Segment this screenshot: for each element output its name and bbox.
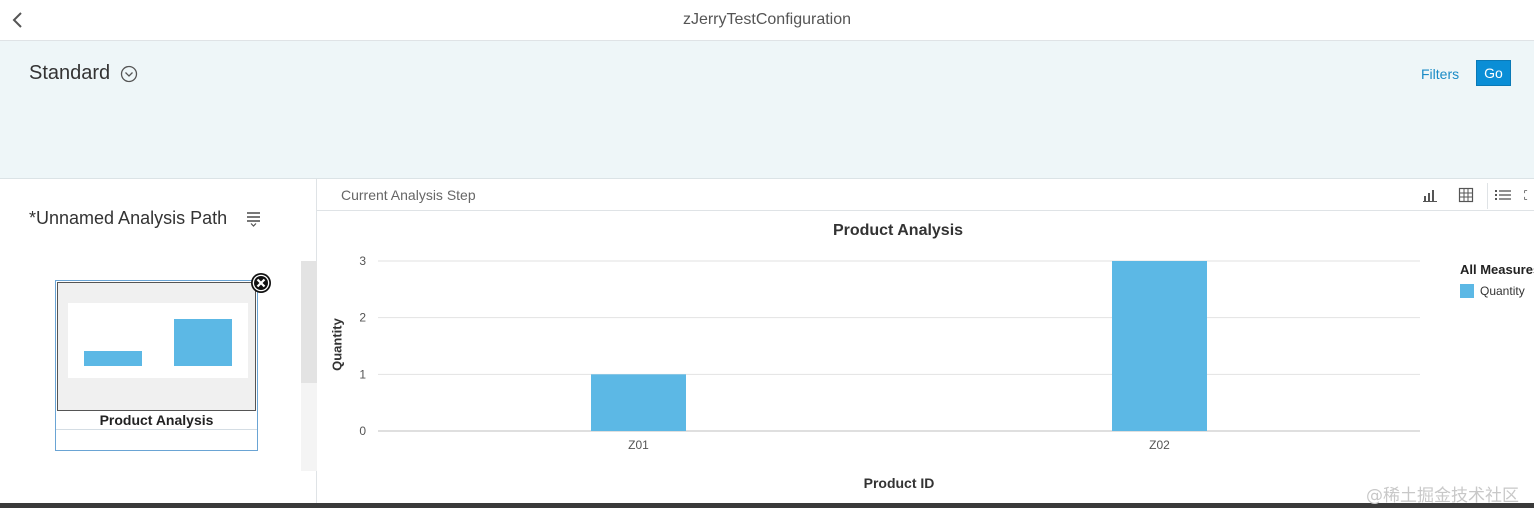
- filters-link[interactable]: Filters: [1421, 66, 1459, 82]
- bar-chart-icon[interactable]: [1420, 185, 1440, 205]
- bottom-border: [0, 503, 1534, 508]
- legend-title: All Measures: [1460, 262, 1534, 277]
- step-label: Product Analysis: [56, 412, 257, 430]
- menu-icon[interactable]: [245, 209, 263, 227]
- x-axis-label: Product ID: [863, 475, 935, 491]
- y-axis-label: Quantity: [329, 318, 345, 371]
- step-header: Current Analysis Step: [317, 179, 1534, 211]
- step-header-title: Current Analysis Step: [341, 187, 476, 203]
- chart-title: Product Analysis: [832, 222, 964, 239]
- toolbar-divider: [1487, 183, 1488, 209]
- filter-bar: Standard Filters Go: [0, 41, 1534, 179]
- watermark: @稀土掘金技术社区: [1366, 486, 1519, 506]
- shell-header: zJerryTestConfiguration: [0, 0, 1534, 41]
- bar-Z01[interactable]: [591, 374, 686, 431]
- legend-label: Quantity: [1480, 284, 1525, 298]
- close-circle-icon[interactable]: [250, 272, 272, 294]
- analysis-step-card[interactable]: Product Analysis: [55, 280, 258, 451]
- analysis-path-pane: *Unnamed Analysis Path Product Analysis: [0, 179, 317, 508]
- thumbnail-bar: [84, 351, 142, 366]
- legend-item[interactable]: Quantity: [1460, 284, 1525, 298]
- app-title: zJerryTestConfiguration: [682, 11, 852, 28]
- thumbnail-chart: [68, 303, 248, 378]
- step-thumbnail: [57, 282, 256, 411]
- go-button[interactable]: Go: [1476, 60, 1511, 86]
- chevron-down-circle-icon[interactable]: [120, 65, 138, 83]
- bar-Z02[interactable]: [1112, 261, 1207, 431]
- variant-name: Standard: [29, 62, 111, 84]
- list-icon[interactable]: [1493, 185, 1513, 205]
- analysis-path-title: *Unnamed Analysis Path: [29, 208, 228, 228]
- thumbnail-bar: [174, 319, 232, 366]
- legend-swatch: [1460, 284, 1474, 298]
- scrollbar-thumb[interactable]: [301, 261, 317, 383]
- table-icon[interactable]: [1456, 185, 1476, 205]
- fullscreen-icon[interactable]: [1524, 185, 1534, 205]
- variant-selector[interactable]: Standard: [29, 62, 138, 85]
